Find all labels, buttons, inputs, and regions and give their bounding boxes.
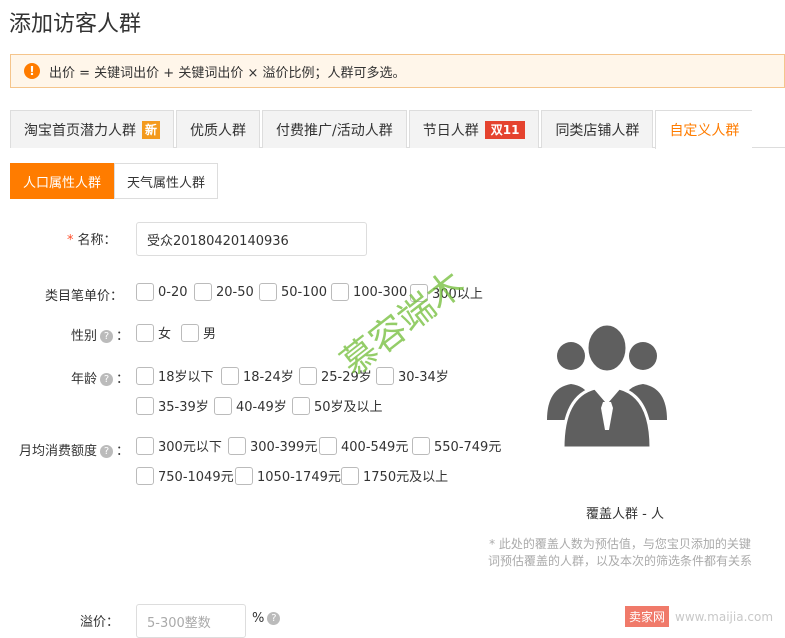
warning-icon: ! <box>24 63 40 79</box>
tab-label: 淘宝首页潜力人群 <box>24 122 136 139</box>
notice-bar: ! 出价 = 关键词出价 + 关键词出价 × 溢价比例；人群可多选。 <box>10 54 785 88</box>
monthly-spend-option[interactable]: 1750元及以上 <box>341 466 448 485</box>
tab-label: 同类店铺人群 <box>555 122 640 139</box>
age-option[interactable]: 18-24岁 <box>221 366 294 385</box>
premium-placeholder: 5-300整数 <box>147 615 211 631</box>
checkbox[interactable] <box>136 283 154 301</box>
percent-unit: %? <box>252 611 283 626</box>
subtabs: 人口属性人群 天气属性人群 <box>10 163 219 199</box>
notice-text: 出价 = 关键词出价 + 关键词出价 × 溢价比例；人群可多选。 <box>49 65 406 81</box>
tab-custom[interactable]: 自定义人群 <box>655 110 753 149</box>
checkbox[interactable] <box>181 323 199 342</box>
site-logo: 卖家网 <box>625 606 670 627</box>
checkbox[interactable] <box>412 436 430 455</box>
checkbox[interactable] <box>331 283 349 301</box>
category-price-label: 类目笔单价： <box>45 289 124 304</box>
checkbox[interactable] <box>292 396 310 415</box>
checkbox[interactable] <box>228 436 246 455</box>
checkbox[interactable] <box>319 436 337 455</box>
gender-label: 性别?： <box>71 329 130 344</box>
gender-option-female[interactable]: 女 <box>136 323 171 342</box>
subtab-demographic[interactable]: 人口属性人群 <box>10 163 115 199</box>
tab-paid-promo[interactable]: 付费推广/活动人群 <box>262 110 407 148</box>
coverage-note: * 此处的覆盖人数为预估值，与您宝贝添加的关键词预估覆盖的人群，以及本次的筛选条… <box>487 537 752 568</box>
category-price-option[interactable]: 50-100 <box>259 283 327 301</box>
audience-tabs: 淘宝首页潜力人群 新 优质人群 付费推广/活动人群 节日人群 双11 同类店铺人… <box>10 110 785 149</box>
checkbox[interactable] <box>194 283 212 301</box>
name-input[interactable]: 受众20180420140936 <box>136 222 367 256</box>
monthly-spend-option[interactable]: 1050-1749元 <box>235 466 341 485</box>
monthly-spend-option[interactable]: 750-1049元 <box>136 466 234 485</box>
tab-quality[interactable]: 优质人群 <box>176 110 261 148</box>
group-avatar-icon <box>543 318 671 450</box>
site-url: www.maijia.com <box>675 609 774 624</box>
tab-label: 优质人群 <box>190 122 247 139</box>
new-badge: 新 <box>142 120 161 139</box>
checkbox[interactable] <box>136 323 154 342</box>
tab-homepage-potential[interactable]: 淘宝首页潜力人群 新 <box>10 110 175 148</box>
tab-holiday[interactable]: 节日人群 双11 <box>408 110 540 148</box>
premium-input[interactable]: 5-300整数 <box>136 604 246 638</box>
checkbox[interactable] <box>136 396 154 415</box>
monthly-spend-option[interactable]: 300-399元 <box>228 436 317 455</box>
monthly-spend-label: 月均消费额度?： <box>19 444 130 459</box>
site-watermark: 卖家网 www.maijia.com <box>625 606 773 627</box>
tab-label: 自定义人群 <box>669 123 740 139</box>
help-icon[interactable]: ? <box>100 373 114 386</box>
name-value: 受众20180420140936 <box>147 233 289 249</box>
category-price-option[interactable]: 20-50 <box>194 283 254 301</box>
help-icon[interactable]: ? <box>267 612 281 625</box>
age-option[interactable]: 18岁以下 <box>136 366 214 385</box>
age-option[interactable]: 35-39岁 <box>136 396 209 415</box>
group-users-icon <box>547 322 667 450</box>
age-label: 年龄?： <box>71 372 130 387</box>
checkbox[interactable] <box>235 466 253 485</box>
help-icon[interactable]: ? <box>100 445 114 458</box>
checkbox[interactable] <box>136 466 154 485</box>
monthly-spend-option[interactable]: 300元以下 <box>136 436 222 455</box>
name-label: * 名称： <box>67 233 117 248</box>
monthly-spend-option[interactable]: 550-749元 <box>412 436 501 455</box>
tab-label: 节日人群 <box>422 122 479 139</box>
help-icon[interactable]: ? <box>100 330 114 343</box>
checkbox[interactable] <box>136 436 154 455</box>
required-mark: * <box>67 233 74 248</box>
checkbox[interactable] <box>259 283 277 301</box>
tab-label: 付费推广/活动人群 <box>276 122 393 139</box>
checkbox[interactable] <box>214 396 232 415</box>
monthly-spend-option[interactable]: 400-549元 <box>319 436 408 455</box>
age-option[interactable]: 40-49岁 <box>214 396 287 415</box>
checkbox[interactable] <box>341 466 359 485</box>
subtab-weather[interactable]: 天气属性人群 <box>114 163 219 199</box>
gender-option-male[interactable]: 男 <box>181 323 216 342</box>
coverage-count: 覆盖人群 - 人 <box>586 507 664 522</box>
age-option[interactable]: 50岁及以上 <box>292 396 383 415</box>
checkbox[interactable] <box>299 366 317 385</box>
tab-similar-store[interactable]: 同类店铺人群 <box>541 110 654 148</box>
category-price-option[interactable]: 0-20 <box>136 283 188 301</box>
age-option[interactable]: 30-34岁 <box>376 366 449 385</box>
checkbox[interactable] <box>136 366 154 385</box>
checkbox[interactable] <box>221 366 239 385</box>
double11-badge: 双11 <box>484 120 526 139</box>
premium-label: 溢价： <box>80 615 120 630</box>
page-title: 添加访客人群 <box>9 12 142 37</box>
